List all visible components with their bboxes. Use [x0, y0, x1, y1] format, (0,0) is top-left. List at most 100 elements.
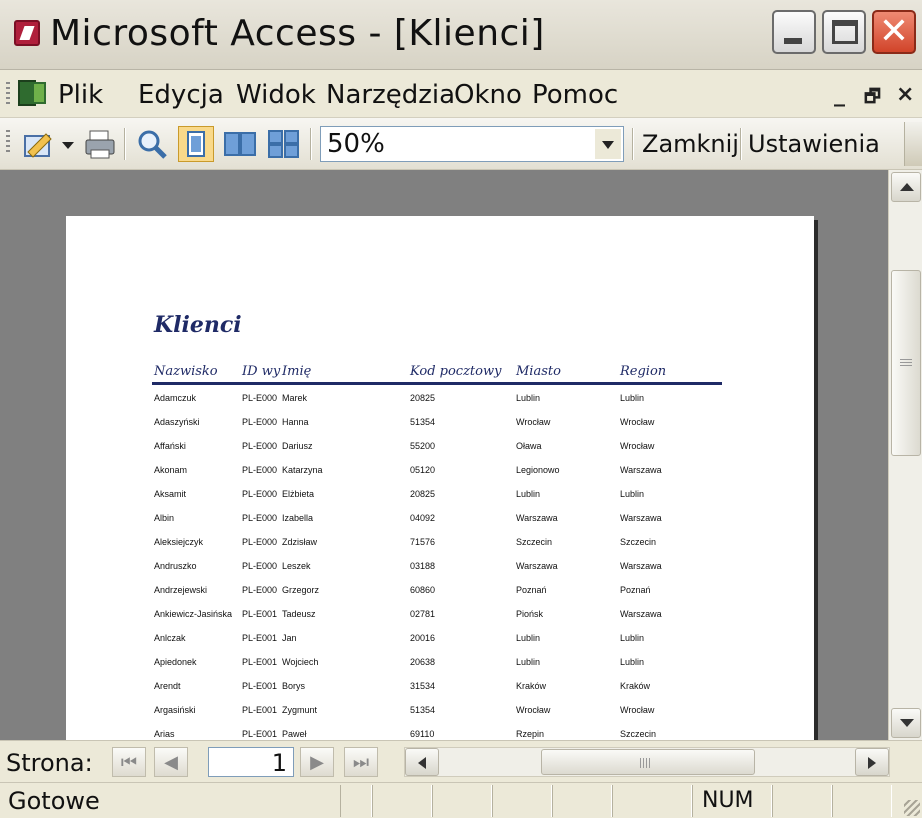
table-cell: 51354 [410, 417, 436, 427]
table-cell: Marek [282, 393, 308, 403]
doc-close-button[interactable]: × [896, 82, 914, 107]
print-icon[interactable] [82, 126, 118, 162]
table-cell: Argasiński [154, 705, 196, 715]
one-page-icon[interactable] [178, 126, 214, 162]
scroll-right-icon[interactable] [855, 748, 889, 776]
two-pages-icon[interactable] [222, 126, 258, 162]
multiple-pages-icon[interactable] [266, 126, 302, 162]
doc-restore-button[interactable]: 🗗 [864, 84, 881, 114]
table-cell: PL-E001 [242, 681, 278, 691]
table-cell: Lublin [620, 633, 645, 643]
zoom-value: 50% [327, 129, 385, 159]
status-panel [340, 785, 372, 817]
table-cell: Warszawa [620, 609, 662, 619]
table-cell: Rzepin [516, 729, 545, 739]
table-row: Andrzejewski PL-E000 Grzegorz 60860 Poznań Po… [66, 584, 814, 604]
close-preview-button[interactable]: Zamknij [642, 130, 739, 158]
menu-plik[interactable]: Plik [58, 80, 103, 110]
minimize-button[interactable] [772, 10, 816, 54]
table-cell: Wrocław [620, 417, 655, 427]
table-cell: Affański [154, 441, 186, 451]
view-icon[interactable] [22, 126, 58, 162]
table-cell: Anlczak [154, 633, 186, 643]
table-row: Arias PL-E001 Paweł 69110 Rzepin Szczecin [66, 728, 814, 740]
table-cell: Warszawa [516, 513, 558, 523]
view-dropdown-icon[interactable] [60, 126, 76, 162]
table-cell: PL-E001 [242, 633, 278, 643]
table-cell: 60860 [410, 585, 436, 595]
status-panel [432, 785, 492, 817]
toolbar-separator [632, 128, 634, 160]
table-cell: Dariusz [282, 441, 313, 451]
table-cell: Elżbieta [282, 489, 315, 499]
horizontal-scroll-thumb[interactable] [541, 749, 755, 775]
menu-narzedzia[interactable]: Narzędzia [326, 80, 455, 110]
table-cell: PL-E001 [242, 729, 278, 739]
maximize-icon [832, 20, 858, 44]
toolbar-separator [124, 128, 126, 160]
table-cell: Hanna [282, 417, 309, 427]
table-cell: Adaszyński [154, 417, 200, 427]
menubar-grip-icon[interactable] [6, 82, 10, 106]
first-page-button[interactable]: ⏮ [112, 747, 146, 777]
table-cell: Wrocław [620, 705, 655, 715]
table-cell: Wrocław [516, 417, 551, 427]
menu-edycja[interactable]: Edycja [138, 80, 224, 110]
doc-minimize-button[interactable]: _ [834, 82, 845, 107]
close-button[interactable]: ✕ [872, 10, 916, 54]
table-cell: Ankiewicz-Jasińska [154, 609, 233, 619]
resize-grip-icon[interactable] [904, 800, 920, 816]
access-app-icon[interactable] [14, 20, 40, 46]
table-cell: 05120 [410, 465, 436, 475]
scroll-down-icon[interactable] [891, 708, 921, 738]
table-cell: Szczecin [516, 537, 553, 547]
toolbar-grip-icon[interactable] [6, 130, 10, 154]
page-number-input[interactable]: 1 [208, 747, 294, 777]
status-panel [372, 785, 432, 817]
column-header: Region [620, 364, 667, 379]
table-cell: Zdzisław [282, 537, 318, 547]
table-row: Affański PL-E000 Dariusz 55200 Oława Wrocław [66, 440, 814, 460]
table-cell: PL-E000 [242, 489, 278, 499]
table-row: Ankiewicz-Jasińska PL-E001 Tadeusz 02781 Pio… [66, 608, 814, 628]
table-cell: PL-E001 [242, 705, 278, 715]
header-divider [152, 382, 722, 385]
chevron-down-icon[interactable] [595, 129, 621, 159]
previous-page-button[interactable]: ◀ [154, 747, 188, 777]
vertical-scroll-thumb[interactable] [891, 270, 921, 456]
table-cell: Andrzejewski [154, 585, 208, 595]
table-row: Anlczak PL-E001 Jan 20016 Lublin Lublin [66, 632, 814, 652]
page-setup-button[interactable]: Ustawienia [748, 130, 880, 158]
last-page-button[interactable]: ⏭ [344, 747, 378, 777]
zoom-select[interactable]: 50% [320, 126, 624, 162]
table-cell: 69110 [410, 729, 435, 739]
table-cell: Lublin [620, 393, 645, 403]
window-title: Microsoft Access - [Klienci] [50, 13, 545, 54]
table-cell: Grzegorz [282, 585, 320, 595]
table-cell: PL-E000 [242, 513, 278, 523]
table-cell: Warszawa [620, 465, 662, 475]
menu-okno[interactable]: Okno [454, 80, 522, 110]
toolbar-separator [740, 128, 742, 160]
table-row: Andruszko PL-E000 Leszek 03188 Warszawa Warsz… [66, 560, 814, 580]
table-cell: PL-E000 [242, 393, 278, 403]
status-bar: Gotowe NUM [0, 782, 922, 818]
table-cell: Borys [282, 681, 306, 691]
table-row: Argasiński PL-E001 Zygmunt 51354 Wrocław Wroc… [66, 704, 814, 724]
table-row: Adaszyński PL-E000 Hanna 51354 Wrocław Wrocła… [66, 416, 814, 436]
vertical-scrollbar[interactable] [888, 170, 922, 740]
table-cell: 04092 [410, 513, 436, 523]
table-cell: Tadeusz [282, 609, 316, 619]
title-bar: Microsoft Access - [Klienci] ✕ [0, 0, 922, 70]
maximize-button[interactable] [822, 10, 866, 54]
preview-workspace[interactable]: Klienci Nazwisko ID wy Imię Kod pocztowy… [0, 170, 888, 740]
scroll-left-icon[interactable] [405, 748, 439, 776]
database-window-icon[interactable] [18, 80, 48, 106]
horizontal-scrollbar[interactable] [404, 747, 890, 777]
next-page-button[interactable]: ▶ [300, 747, 334, 777]
scroll-up-icon[interactable] [891, 172, 921, 202]
zoom-icon[interactable] [134, 126, 170, 162]
menu-widok[interactable]: Widok [236, 80, 316, 110]
menu-pomoc[interactable]: Pomoc [532, 80, 618, 110]
toolbar-overflow-icon[interactable] [904, 122, 922, 166]
